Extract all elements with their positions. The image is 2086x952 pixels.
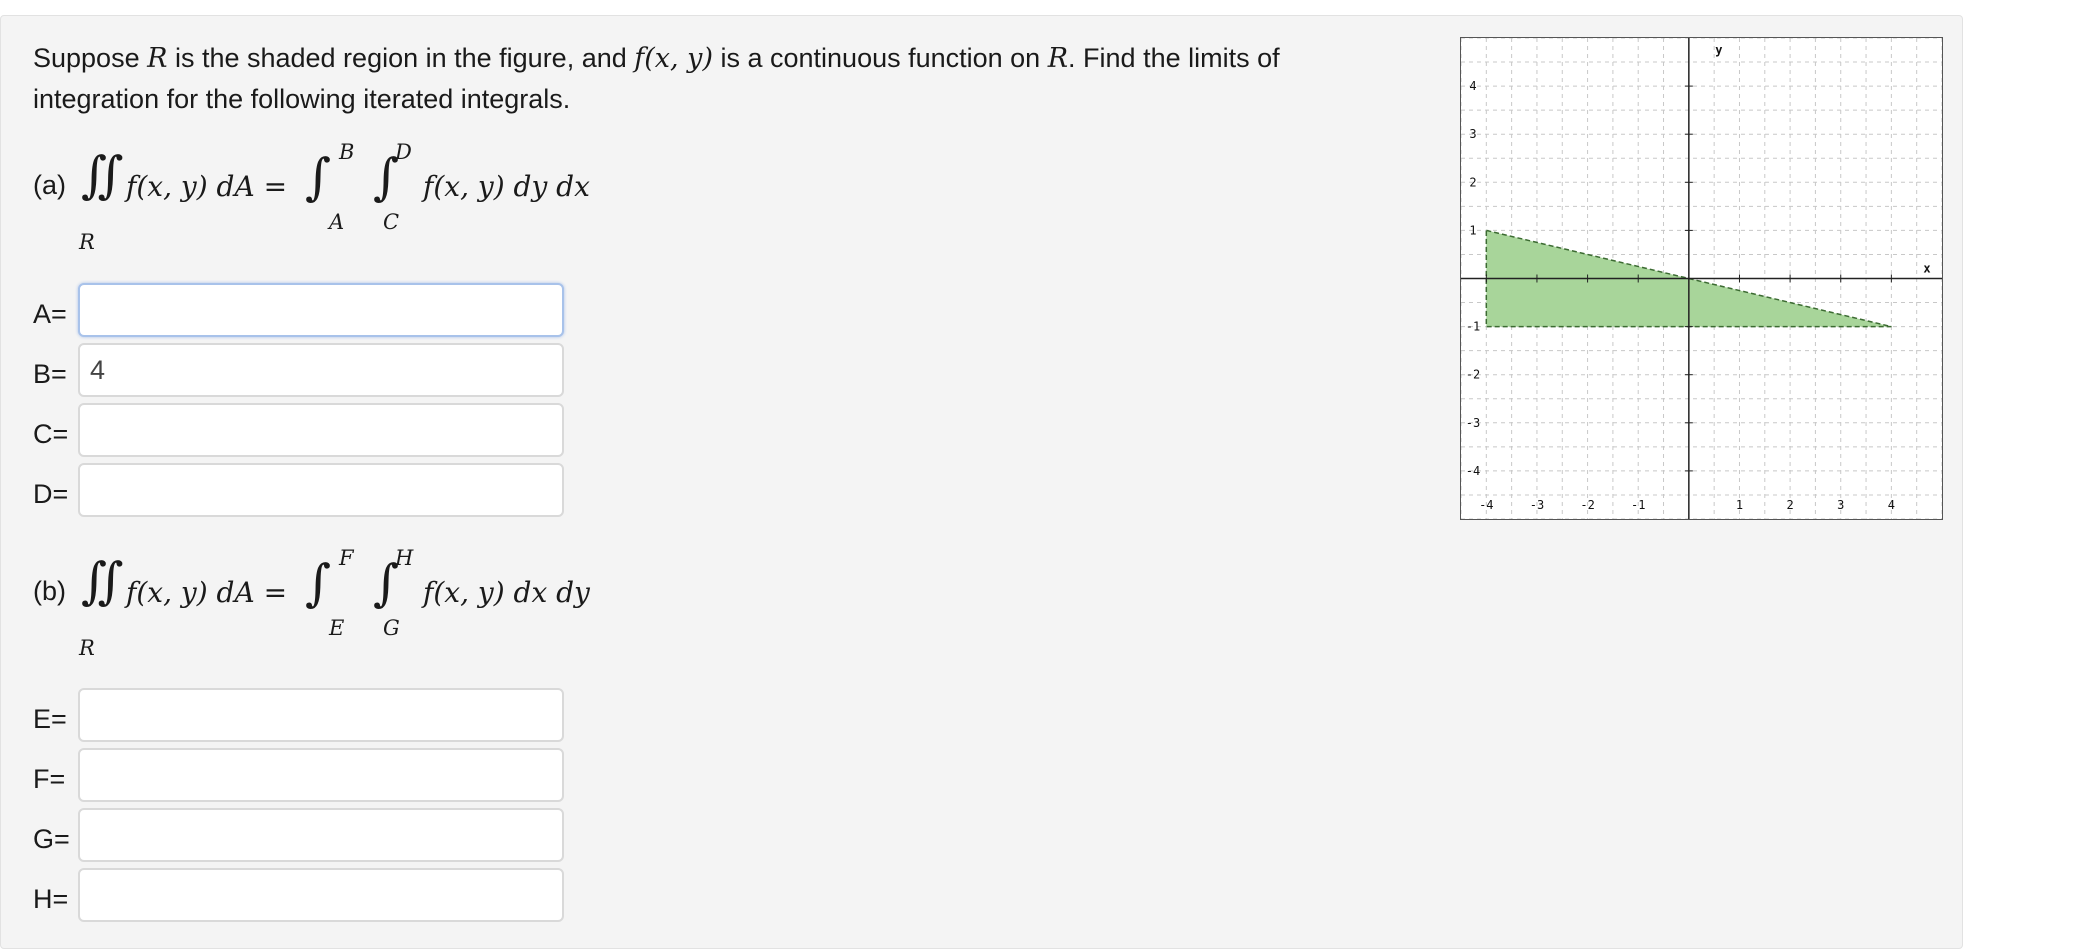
x-tick-label: 3 bbox=[1837, 498, 1844, 512]
double-integral-sign: ∬ bbox=[81, 146, 124, 204]
outer-upper-limit: B bbox=[339, 140, 355, 164]
y-tick-label: 3 bbox=[1469, 127, 1476, 141]
answer-input-c[interactable] bbox=[78, 403, 564, 457]
answer-input-b[interactable] bbox=[78, 343, 564, 397]
field-label: C= bbox=[33, 419, 69, 449]
part-a-integral: (a) ∬ R f(x, y) dA = ∫ B A ∫ D C f(x, y)… bbox=[33, 140, 633, 270]
lhs-expression: f(x, y) dA = bbox=[126, 576, 288, 609]
x-tick-label: 4 bbox=[1888, 498, 1895, 512]
x-axis-label: x bbox=[1923, 262, 1930, 276]
region-subscript: R bbox=[79, 636, 95, 660]
x-tick-label: -3 bbox=[1530, 498, 1544, 512]
outer-lower-limit: A bbox=[329, 210, 345, 234]
x-tick-label: 2 bbox=[1786, 498, 1793, 512]
inner-lower-limit: G bbox=[383, 616, 400, 640]
field-label: B= bbox=[33, 359, 67, 389]
y-tick-label: 4 bbox=[1469, 79, 1476, 93]
part-b-integral: (b) ∬ R f(x, y) dA = ∫ F E ∫ H G f(x, y)… bbox=[33, 546, 633, 676]
y-tick-label: -3 bbox=[1466, 416, 1480, 430]
outer-upper-limit: F bbox=[339, 546, 354, 570]
y-axis-label: y bbox=[1715, 43, 1722, 57]
lhs-expression: f(x, y) dA = bbox=[126, 170, 288, 203]
field-label: F= bbox=[33, 764, 66, 794]
inner-upper-limit: H bbox=[395, 546, 414, 570]
answer-input-h[interactable] bbox=[78, 868, 564, 922]
field-label: D= bbox=[33, 479, 69, 509]
outer-lower-limit: E bbox=[329, 616, 345, 640]
integrand: f(x, y) dy dx bbox=[423, 170, 590, 203]
y-tick-label: -4 bbox=[1466, 464, 1480, 478]
y-tick-label: 2 bbox=[1469, 175, 1476, 189]
field-label: A= bbox=[33, 299, 67, 329]
inner-upper-limit: D bbox=[395, 140, 412, 164]
x-tick-label: -2 bbox=[1580, 498, 1594, 512]
x-tick-label: 1 bbox=[1736, 498, 1743, 512]
part-b-label: (b) bbox=[33, 576, 66, 606]
region-graph: -4 -3 -2 -1 1 2 3 4 4 3 2 1 -1 -2 -3 -4 x y bbox=[1460, 37, 1943, 520]
double-integral-sign: ∬ bbox=[81, 552, 124, 610]
field-label: G= bbox=[33, 824, 70, 854]
answer-input-e[interactable] bbox=[78, 688, 564, 742]
answer-input-a[interactable] bbox=[78, 283, 564, 337]
region-plot: -4 -3 -2 -1 1 2 3 4 4 3 2 1 -1 -2 -3 -4 x y bbox=[1461, 38, 1942, 519]
y-tick-label: 1 bbox=[1469, 223, 1476, 237]
question-text: Suppose R is the shaded region in the fi… bbox=[33, 43, 1280, 114]
outer-integral-sign: ∫ bbox=[305, 148, 332, 206]
answer-input-f[interactable] bbox=[78, 748, 564, 802]
answer-input-d[interactable] bbox=[78, 463, 564, 517]
outer-integral-sign: ∫ bbox=[305, 554, 332, 612]
inner-lower-limit: C bbox=[383, 210, 400, 234]
x-tick-label: -4 bbox=[1479, 498, 1493, 512]
integrand: f(x, y) dx dy bbox=[423, 576, 590, 609]
y-tick-label: -1 bbox=[1466, 320, 1480, 334]
y-tick-label: -2 bbox=[1466, 368, 1480, 382]
field-label: H= bbox=[33, 884, 69, 914]
part-a-label: (a) bbox=[33, 170, 66, 200]
answer-input-g[interactable] bbox=[78, 808, 564, 862]
region-subscript: R bbox=[79, 230, 95, 254]
field-label: E= bbox=[33, 704, 67, 734]
x-tick-label: -1 bbox=[1631, 498, 1645, 512]
